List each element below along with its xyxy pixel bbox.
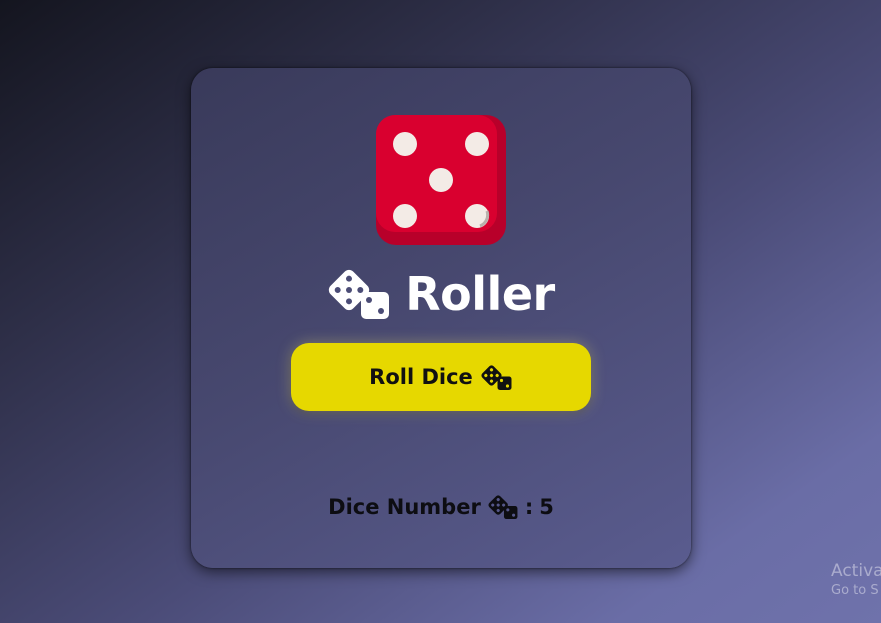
watermark-title: Activa [831, 561, 881, 581]
dice-number-display: Dice Number : 5 [191, 491, 691, 523]
dice-icon [488, 495, 518, 520]
dice-number-label: Dice Number [328, 495, 481, 519]
dice-number-separator: : [524, 495, 534, 519]
app-title: Roller [405, 267, 555, 321]
die-face-five [376, 115, 506, 245]
watermark-subtitle: Go to S [831, 583, 879, 598]
dice-icon [329, 269, 390, 319]
roll-dice-button-label: Roll Dice [369, 365, 473, 389]
windows-activation-watermark: Activa Go to S [831, 561, 881, 600]
dice-roller-card: Roller Roll Dice Dice Number: 5 [191, 68, 691, 568]
app-header: Roller [191, 263, 691, 325]
dice-number-value: 5 [539, 495, 554, 519]
roll-dice-button[interactable]: Roll Dice [291, 343, 591, 411]
dice-icon [481, 364, 512, 390]
